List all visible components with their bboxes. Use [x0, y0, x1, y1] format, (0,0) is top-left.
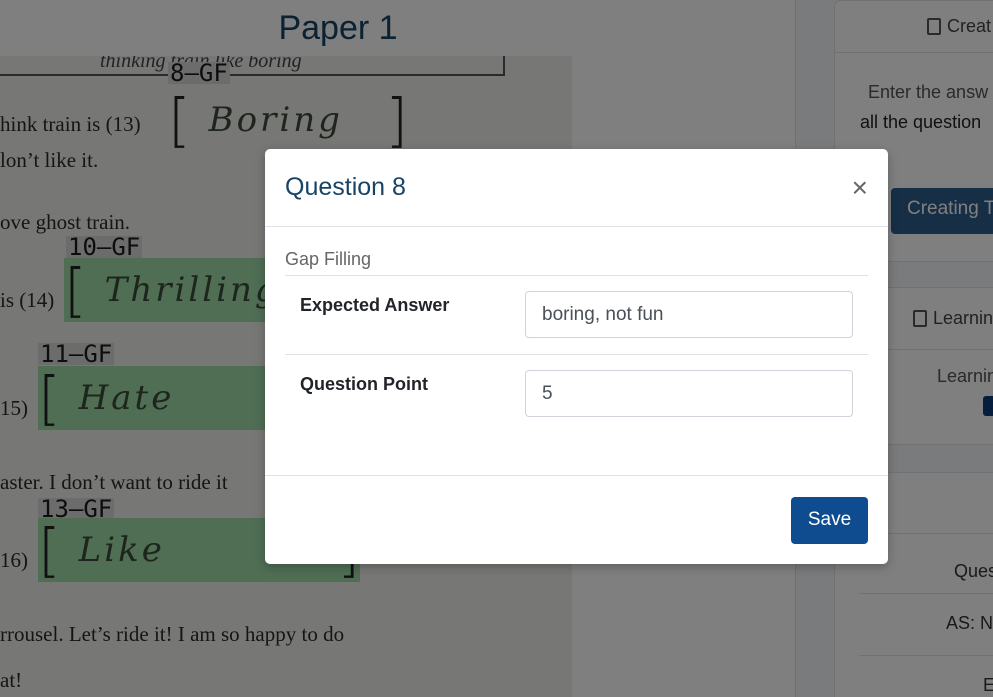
- question-point-input[interactable]: [525, 370, 853, 417]
- question-type-label: Gap Filling: [285, 249, 868, 276]
- expected-answer-input[interactable]: [525, 291, 853, 338]
- expected-answer-row: Expected Answer: [285, 276, 868, 355]
- question-modal: Question 8 × Gap Filling Expected Answer…: [265, 149, 888, 564]
- modal-header: Question 8 ×: [265, 149, 888, 227]
- close-icon[interactable]: ×: [852, 173, 868, 202]
- modal-title: Question 8: [285, 173, 406, 201]
- expected-answer-label: Expected Answer: [300, 295, 450, 315]
- modal-footer: Save: [265, 475, 888, 564]
- modal-body: Gap Filling Expected Answer Question Poi…: [265, 249, 888, 433]
- save-button[interactable]: Save: [791, 496, 868, 544]
- question-point-label: Question Point: [300, 374, 428, 394]
- question-point-row: Question Point: [285, 355, 868, 433]
